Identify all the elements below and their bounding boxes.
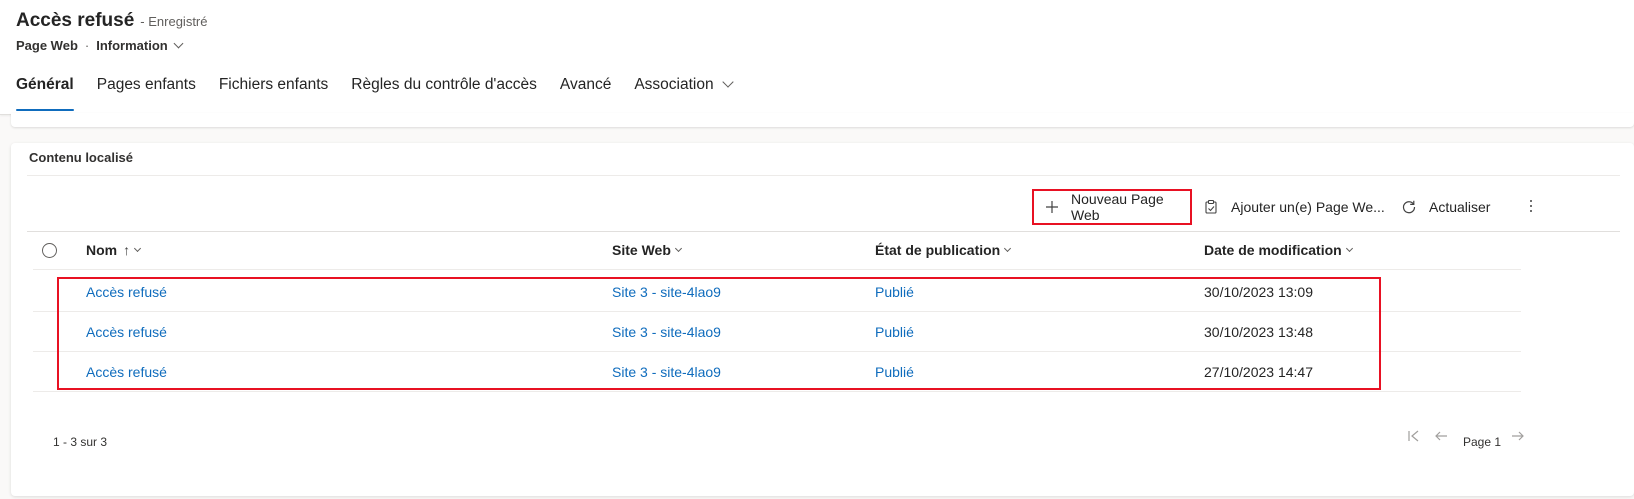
column-header-website[interactable]: Site Web — [612, 242, 682, 258]
row-1-site-link[interactable]: Site 3 - site-4lao9 — [612, 284, 721, 300]
localized-content-section: Contenu localisé Nouveau Page Web Ajoute… — [11, 143, 1634, 496]
previous-page-button[interactable] — [1434, 429, 1448, 448]
refresh-button[interactable]: Actualiser — [1399, 189, 1490, 225]
row-1-name-link[interactable]: Accès refusé — [86, 284, 167, 300]
plus-icon — [1042, 197, 1061, 217]
form-selector-label: Information — [96, 38, 168, 53]
tab-advanced[interactable]: Avancé — [560, 70, 611, 110]
title-row: Accès refusé - Enregistré — [16, 10, 208, 32]
more-vertical-icon — [1529, 199, 1533, 216]
row-2-site-link[interactable]: Site 3 - site-4lao9 — [612, 324, 721, 340]
row-divider — [33, 391, 1521, 392]
separator-dot: · — [84, 38, 90, 53]
tab-label: Association — [634, 76, 714, 93]
tab-child-pages[interactable]: Pages enfants — [97, 70, 196, 110]
add-existing-label: Ajouter un(e) Page We... — [1231, 199, 1385, 215]
entity-info: Page Web · Information — [16, 38, 184, 53]
column-header-modified-on[interactable]: Date de modification — [1204, 242, 1353, 258]
tab-label: Pages enfants — [96, 76, 196, 93]
add-existing-web-page-button[interactable]: Ajouter un(e) Page We... — [1201, 189, 1385, 225]
row-1-modified: 30/10/2023 13:09 — [1204, 284, 1313, 300]
entity-type-label: Page Web — [16, 38, 78, 53]
record-count: 1 - 3 sur 3 — [53, 435, 108, 449]
divider — [27, 175, 1620, 176]
refresh-label: Actualiser — [1429, 199, 1491, 215]
tab-label: Général — [16, 76, 74, 93]
select-all-radio[interactable] — [42, 243, 57, 258]
column-label: État de publication — [875, 242, 1001, 258]
sort-ascending-icon: ↑ — [123, 242, 131, 258]
tab-label: Règles du contrôle d'accès — [351, 76, 537, 93]
arrow-left-icon — [1435, 431, 1447, 441]
new-web-page-label: Nouveau Page Web — [1071, 191, 1164, 223]
form-selector[interactable]: Information — [96, 38, 184, 53]
page-title: Accès refusé — [16, 10, 135, 31]
page-number: Page 1 — [1463, 435, 1502, 449]
row-divider — [33, 311, 1521, 312]
row-divider — [33, 351, 1521, 352]
chevron-down-icon — [674, 244, 682, 253]
row-2-status-link[interactable]: Publié — [875, 324, 914, 340]
next-page-button[interactable] — [1511, 429, 1525, 448]
tab-child-files[interactable]: Fichiers enfants — [219, 70, 328, 110]
first-page-icon — [1408, 430, 1419, 442]
column-header-name[interactable]: Nom ↑ — [86, 242, 142, 258]
row-2-name-link[interactable]: Accès refusé — [86, 324, 167, 340]
chevron-down-icon — [1345, 244, 1353, 253]
column-label: Site Web — [612, 242, 671, 258]
tab-access-control-rules[interactable]: Règles du contrôle d'accès — [351, 70, 537, 110]
row-1-status-link[interactable]: Publié — [875, 284, 914, 300]
tab-list: Général Pages enfants Fichiers enfants R… — [16, 70, 755, 111]
chevron-down-icon — [134, 244, 142, 253]
more-commands-button[interactable] — [1514, 189, 1548, 225]
chevron-down-icon — [173, 38, 184, 49]
new-web-page-button[interactable]: Nouveau Page Web — [1032, 189, 1192, 225]
row-3-status-link[interactable]: Publié — [875, 364, 914, 380]
row-2-modified: 30/10/2023 13:48 — [1204, 324, 1313, 340]
form-header: Accès refusé - Enregistré Page Web · Inf… — [0, 0, 1634, 115]
grid-top-border — [27, 231, 1620, 232]
add-existing-icon — [1201, 197, 1221, 217]
first-page-button[interactable] — [1407, 429, 1421, 448]
section-title: Contenu localisé — [29, 150, 134, 165]
chevron-down-icon — [1004, 244, 1012, 253]
refresh-icon — [1399, 197, 1419, 217]
arrow-right-icon — [1512, 431, 1524, 441]
tab-label: Fichiers enfants — [218, 76, 329, 93]
tab-general[interactable]: Général — [16, 70, 74, 111]
column-header-publishing-state[interactable]: État de publication — [875, 242, 1012, 258]
row-3-modified: 27/10/2023 14:47 — [1204, 364, 1313, 380]
tab-label: Avancé — [559, 76, 612, 93]
column-label: Nom — [86, 242, 118, 258]
collapsed-section — [11, 113, 1634, 127]
row-3-name-link[interactable]: Accès refusé — [86, 364, 167, 380]
tab-association[interactable]: Association — [634, 70, 734, 110]
row-divider — [33, 269, 1521, 270]
row-3-site-link[interactable]: Site 3 - site-4lao9 — [612, 364, 721, 380]
save-status: - Enregistré — [140, 14, 208, 29]
chevron-down-icon — [721, 76, 734, 88]
column-label: Date de modification — [1204, 242, 1342, 258]
